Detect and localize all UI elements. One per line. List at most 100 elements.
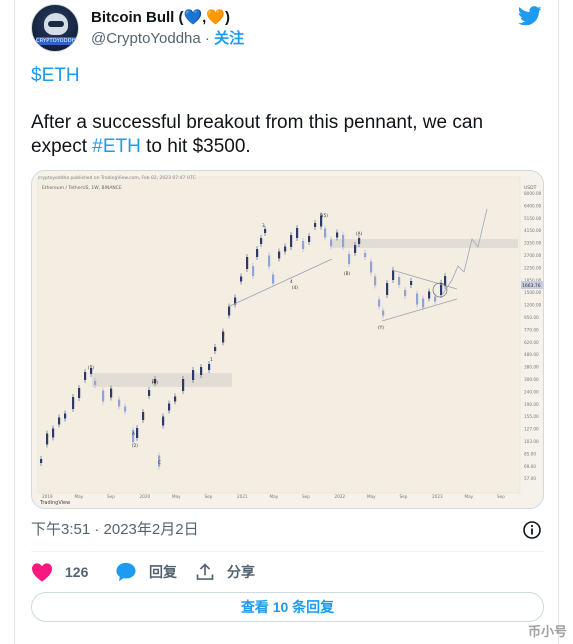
candle-body: [58, 417, 61, 425]
y-tick-label: 1500.00: [524, 290, 542, 295]
y-tick-label: 103.00: [524, 439, 539, 444]
tweet-text-part: to hit $3500.: [140, 136, 251, 157]
candle-body: [264, 229, 267, 233]
reply-bubble-icon: [116, 562, 136, 582]
x-tick-label: Sep: [205, 494, 213, 499]
candle-body: [272, 274, 275, 284]
x-tick-label: Sep: [400, 494, 408, 499]
candle-body: [278, 251, 281, 259]
candle-body: [308, 236, 311, 242]
reply-label: 回复: [149, 564, 177, 580]
candle-body: [102, 390, 105, 402]
x-tick-label: May: [367, 494, 376, 499]
reply-button[interactable]: 回复: [115, 560, 177, 584]
candle-body: [336, 232, 339, 238]
candle-body: [354, 245, 357, 253]
candle-body: [168, 403, 171, 411]
candle-body: [330, 239, 333, 247]
candle-body: [118, 399, 121, 407]
share-button[interactable]: 分享: [195, 560, 255, 584]
candle-body: [284, 246, 287, 252]
candle-body: [136, 428, 139, 438]
hashtag-link[interactable]: #ETH: [92, 136, 141, 157]
wave-label: (2): [132, 443, 138, 448]
author-name[interactable]: Bitcoin Bull (💙,🧡): [91, 8, 230, 28]
candle-body: [124, 406, 127, 412]
candle-body: [94, 381, 97, 385]
wave-label: (A): [356, 231, 362, 236]
candle-body: [416, 293, 419, 305]
like-count: 126: [65, 564, 89, 580]
twitter-bird-icon[interactable]: [518, 6, 542, 26]
y-tick-label: 4150.00: [524, 228, 542, 233]
x-tick-label: May: [75, 494, 84, 499]
like-button[interactable]: 126: [31, 560, 88, 584]
candle-body: [370, 261, 373, 273]
wave-label: (1): [88, 365, 94, 370]
author-handle[interactable]: @CryptoYoddha: [91, 30, 201, 47]
candle-body: [382, 310, 385, 316]
candle-body: [422, 298, 425, 308]
y-tick-label: 240.00: [524, 389, 539, 394]
author-avatar[interactable]: CRYPTOYODDHA: [31, 4, 79, 52]
wave-label: (4): [292, 285, 298, 290]
y-tick-label: 620.00: [524, 340, 539, 345]
cashtag-link[interactable]: $ETH: [31, 64, 80, 88]
candle-body: [410, 281, 413, 285]
avatar-label: CRYPTOYODDHA: [36, 37, 79, 45]
wave-label: (Y): [378, 325, 384, 330]
y-tick-label: 300.00: [524, 377, 539, 382]
y-tick-label: 69.00: [524, 464, 536, 469]
wave-label: (B): [344, 271, 351, 276]
y-tick-label: 2700.00: [524, 253, 542, 258]
wave-label: A: [132, 431, 135, 436]
candle-body: [174, 396, 177, 402]
candle-body: [314, 223, 317, 227]
candle-body: [392, 270, 395, 280]
candle-body: [378, 299, 381, 307]
view-replies-button[interactable]: 查看 10 条回复: [31, 592, 544, 622]
candle-body: [386, 283, 389, 295]
resistance-zone-lower: [92, 373, 232, 387]
share-icon: [196, 563, 214, 580]
candle-body: [290, 235, 293, 247]
x-tick-label: 2023: [432, 494, 443, 499]
chart-image[interactable]: cryptoyoddha published on TradingView.co…: [31, 170, 544, 509]
candle-body: [434, 296, 437, 302]
candle-body: [208, 364, 211, 370]
candle-body: [268, 255, 271, 267]
visor-shape: [48, 21, 64, 27]
y-tick-label: 155.00: [524, 414, 539, 419]
y-tick-label: 480.00: [524, 352, 539, 357]
x-tick-label: Sep: [497, 494, 505, 499]
candle-body: [162, 416, 165, 426]
tweet-card: CRYPTOYODDHA Bitcoin Bull (💙,🧡) @CryptoY…: [14, 0, 559, 644]
candle-body: [228, 306, 231, 316]
wave-label: 1: [210, 357, 213, 362]
x-tick-label: 2022: [335, 494, 346, 499]
candle-body: [364, 253, 367, 257]
y-tick-label: 127.00: [524, 427, 539, 432]
candle-body: [296, 228, 299, 238]
follow-button[interactable]: 关注: [214, 30, 244, 47]
candle-body: [142, 412, 145, 420]
tweet-timestamp[interactable]: 下午3:51 · 2023年2月2日: [31, 520, 199, 540]
candle-body: [256, 249, 259, 257]
candle-body: [84, 372, 87, 380]
divider: [31, 551, 544, 552]
candle-body: [342, 235, 345, 247]
candle-body: [214, 347, 217, 351]
share-label: 分享: [227, 564, 255, 580]
candle-body: [182, 379, 185, 391]
wave-label: 4: [290, 279, 293, 284]
candle-body: [358, 238, 361, 244]
info-icon[interactable]: [522, 520, 542, 540]
x-tick-label: 2021: [237, 494, 248, 499]
candle-body: [246, 257, 249, 269]
candle-body: [46, 433, 49, 445]
candle-body: [64, 413, 67, 419]
x-tick-label: May: [465, 494, 474, 499]
wave-label: (5): [322, 213, 328, 218]
wave-label: 2: [222, 332, 225, 337]
tradingview-logo: TradingView: [39, 500, 70, 506]
